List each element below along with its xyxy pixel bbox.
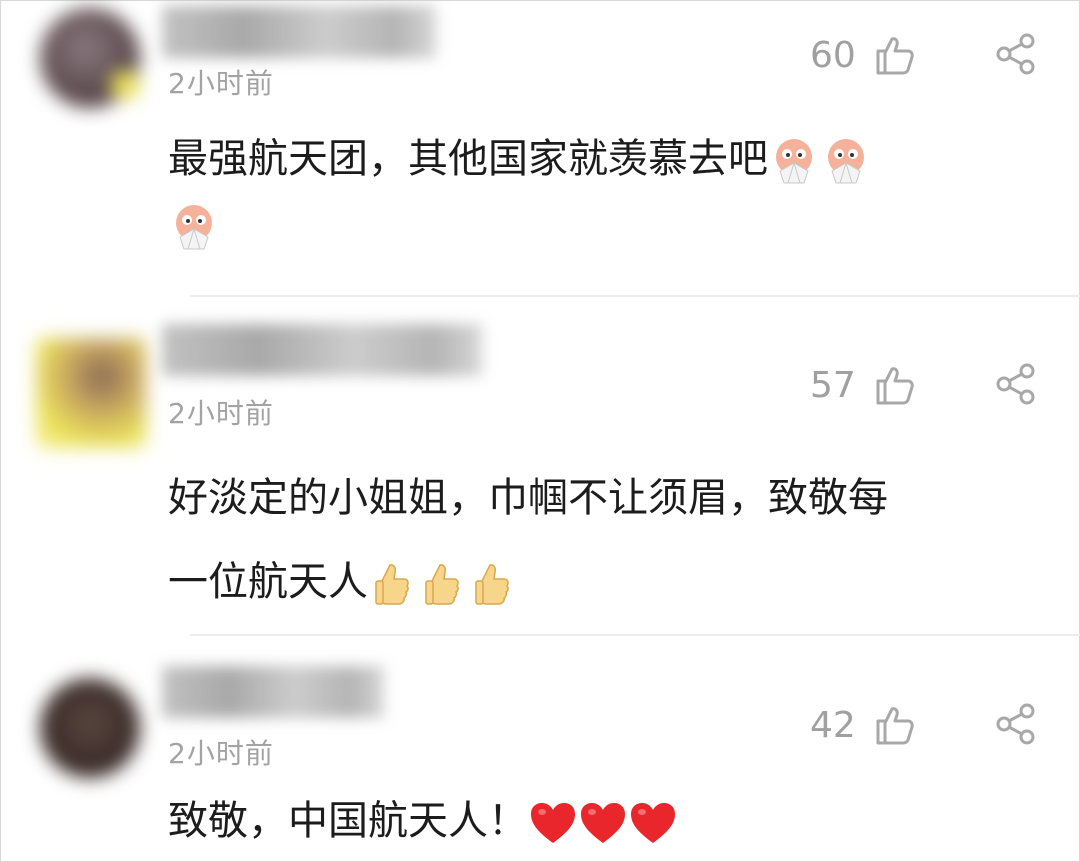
red-heart-emoji [531,803,575,843]
comment-text: 最强航天团，其他国家就羡慕去吧 [168,126,1048,258]
thumbs-up-outline-icon [876,707,914,745]
comment-time: 2小时前 [168,397,274,430]
fan-face-emoji [176,205,212,250]
comment-text-line: 一位航天人 [168,559,368,605]
like-button[interactable]: 60 [810,32,950,78]
username-blurred[interactable] [162,666,384,718]
comment-time: 2小时前 [168,737,274,770]
comment-item: 2小时前 57 好淡定的小姐姐，巾帼不让须眉，致敬每 一位航天人 [0,300,1080,636]
thumbs-up-outline-icon [876,367,914,405]
like-count: 60 [810,34,856,76]
thumbs-up-emoji [475,564,509,605]
share-icon[interactable] [994,362,1038,406]
comment-text: 致敬，中国航天人！ [168,788,1048,854]
share-icon[interactable] [994,32,1038,76]
fan-face-emoji [828,139,864,184]
like-button[interactable]: 57 [810,362,950,408]
avatar[interactable] [40,8,140,108]
comment-text: 好淡定的小姐姐，巾帼不让须眉，致敬每 一位航天人 [168,456,1048,624]
like-button[interactable]: 42 [810,702,950,748]
avatar[interactable] [36,338,146,448]
divider [190,634,1080,636]
red-heart-emoji [581,803,625,843]
username-blurred[interactable] [162,324,482,376]
avatar[interactable] [40,678,140,778]
comment-item: 2小时前 42 致敬，中国航天人！ [0,640,1080,862]
comment-text-content: 致敬，中国航天人！ [168,798,528,844]
thumbs-up-emoji [425,564,459,605]
thumbs-up-emoji [375,564,409,605]
comment-item: 2小时前 60 最强航天团，其他国家就羡慕去吧 [0,0,1080,296]
comment-text-content: 最强航天团，其他国家就羡慕去吧 [168,136,768,182]
red-heart-emoji [631,803,675,843]
divider [190,295,1080,297]
fan-face-emoji [776,139,812,184]
share-icon[interactable] [994,702,1038,746]
comment-time: 2小时前 [168,67,274,100]
like-count: 57 [810,364,856,406]
thumbs-up-outline-icon [876,37,914,75]
like-count: 42 [810,704,856,746]
comment-text-line: 好淡定的小姐姐，巾帼不让须眉，致敬每 [168,475,888,521]
username-blurred[interactable] [162,6,436,58]
